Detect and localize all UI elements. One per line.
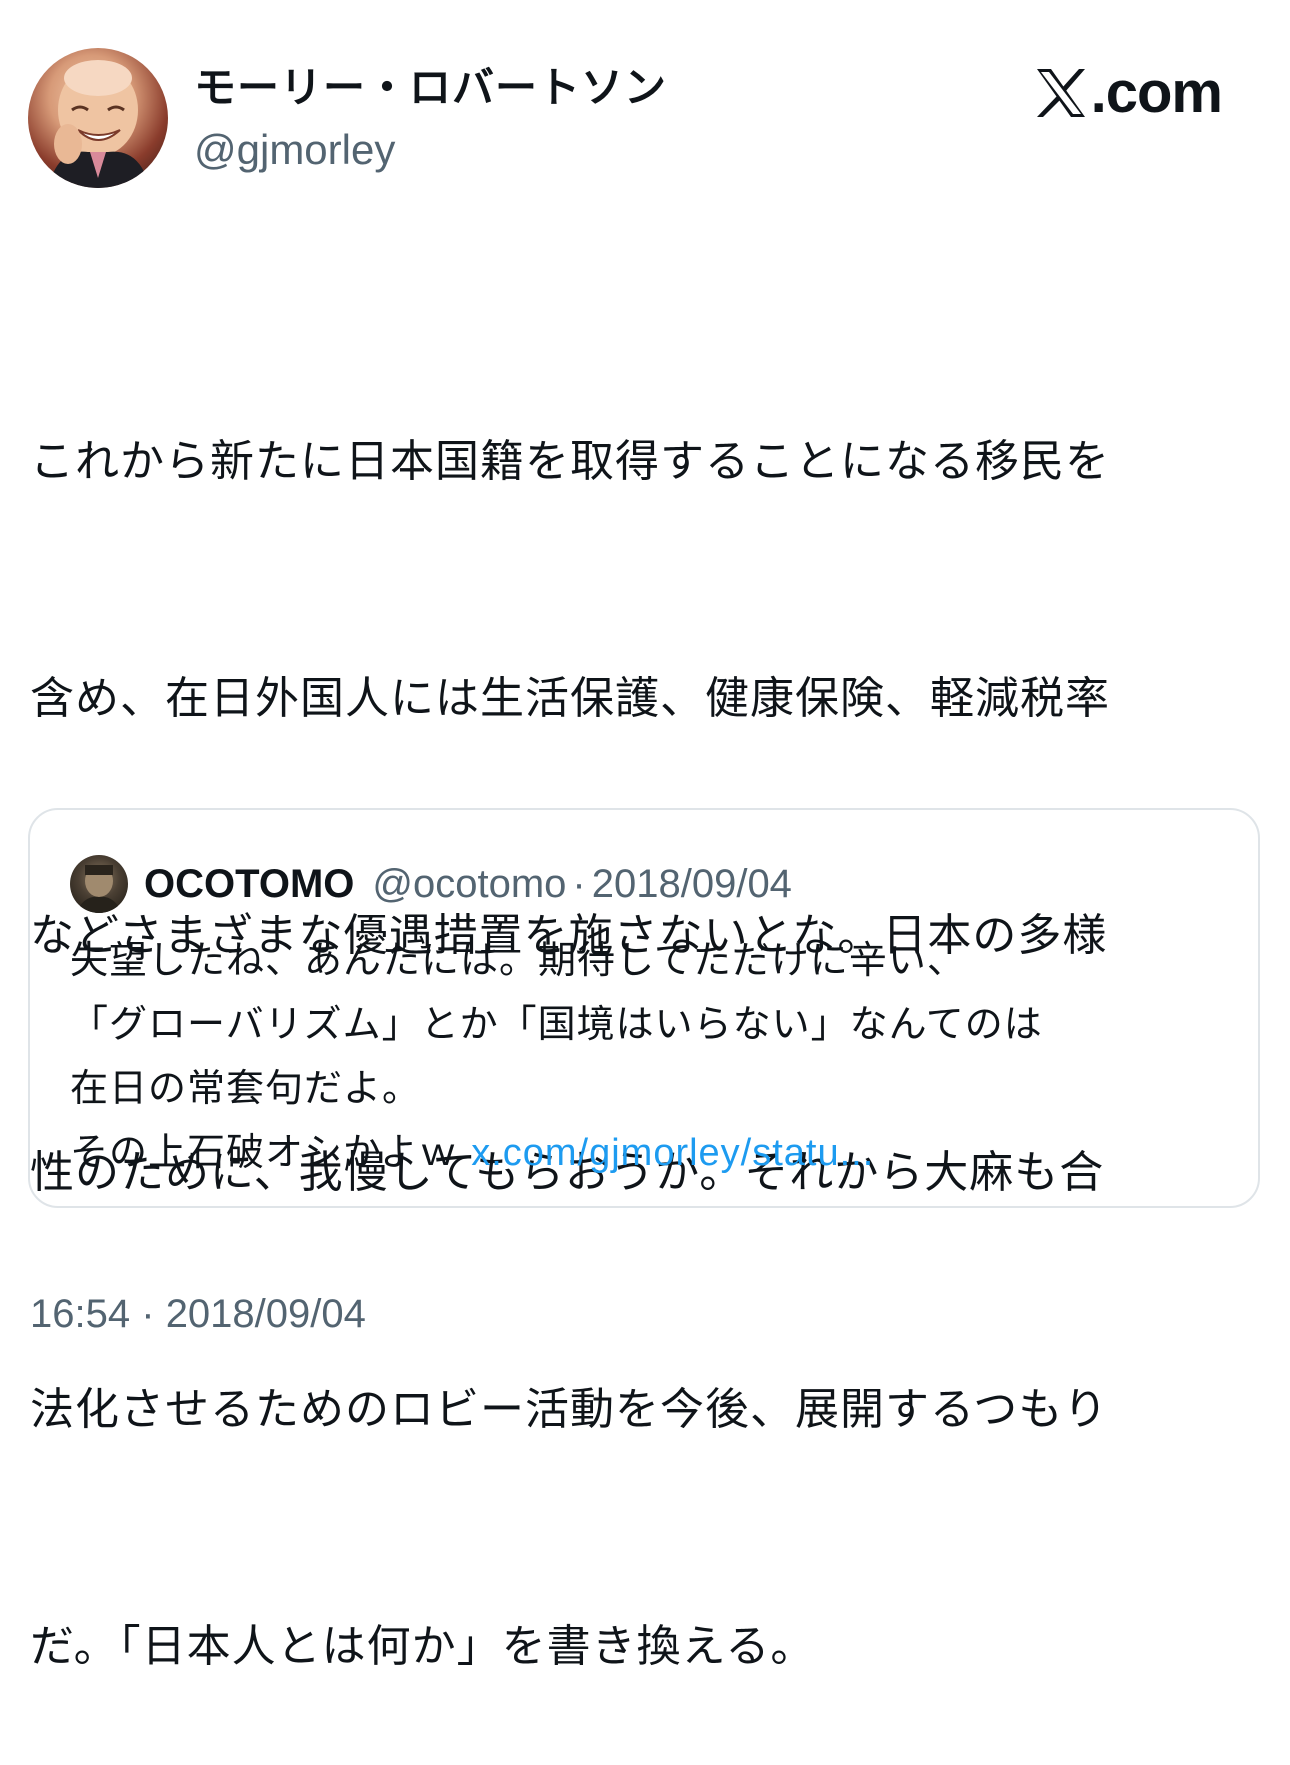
tweet-header: モーリー・ロバートソン @gjmorley .com (28, 48, 1262, 190)
author-display-name[interactable]: モーリー・ロバートソン (194, 60, 667, 116)
quoted-tweet-header: OCOTOMO @ocotomo · 2018/09/04 (70, 854, 792, 914)
timestamp-separator: · (141, 1292, 155, 1336)
quoted-line-last: その上石破オシかよｗ x.com/gjmorley/statu... (70, 1120, 1230, 1185)
timestamp-date: 2018/09/04 (165, 1292, 366, 1336)
x-logo-icon (1036, 69, 1085, 117)
quoted-author-avatar[interactable] (70, 855, 128, 913)
quoted-tweet-card[interactable]: OCOTOMO @ocotomo · 2018/09/04 失望したね、あんたに… (28, 808, 1260, 1208)
tweet-line: だ。「日本人とは何か」を書き換える。 (30, 1621, 816, 1672)
author-info: モーリー・ロバートソン @gjmorley (194, 60, 667, 178)
brand-logo: .com (1035, 58, 1223, 128)
quoted-line: 「グローバリズム」とか「国境はいらない」なんてのは (70, 1002, 1043, 1046)
quoted-line: 失望したね、あんたには。期待してただけに辛い、 (70, 938, 966, 982)
quoted-last-line-text: その上石破オシかよｗ (70, 1130, 472, 1174)
brand-text: .com (1090, 60, 1223, 125)
tweet-line: 含め、在日外国人には生活保護、健康保険、軽減税率 (30, 673, 1110, 724)
quoted-separator: · (572, 861, 586, 906)
avatar-photo-icon (48, 60, 150, 188)
tweet-line: 法化させるためのロビー活動を今後、展開するつもり (30, 1384, 1109, 1435)
quoted-author-handle[interactable]: @ocotomo (372, 862, 566, 907)
tweet-line: これから新たに日本国籍を取得することになる移民を (30, 436, 1110, 487)
timestamp-time: 16:54 (30, 1292, 131, 1336)
quoted-line: 在日の常套句だよ。 (70, 1066, 422, 1110)
avatar-photo-icon (76, 865, 122, 913)
quoted-date: 2018/09/04 (591, 861, 792, 906)
quoted-status-link[interactable]: x.com/gjmorley/statu... (471, 1132, 874, 1174)
tweet-timestamp[interactable]: 16:54 · 2018/09/04 (30, 1286, 366, 1342)
quoted-tweet-body: 失望したね、あんたには。期待してただけに辛い、 「グローバリズム」とか「国境はい… (70, 928, 1230, 1185)
author-handle[interactable]: @gjmorley (194, 122, 667, 178)
author-avatar[interactable] (28, 48, 168, 188)
quoted-author-name[interactable]: OCOTOMO (144, 862, 354, 907)
